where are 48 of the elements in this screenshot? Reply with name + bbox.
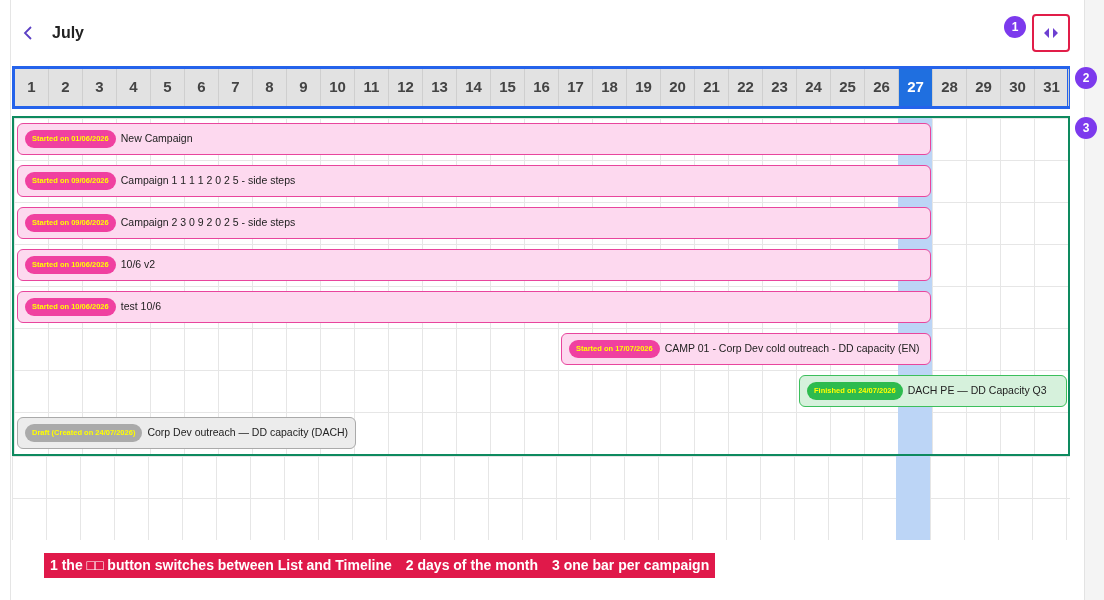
campaign-name: CAMP 01 - Corp Dev cold outreach - DD capacity (EN)	[664, 341, 920, 357]
campaign-name: 10/6 v2	[120, 257, 156, 273]
day-header[interactable]: 11	[355, 69, 389, 106]
day-header[interactable]: 12	[389, 69, 423, 106]
day-header[interactable]: 4	[117, 69, 151, 106]
day-header[interactable]: 27	[899, 69, 933, 106]
campaign-name: Campaign 1 1 1 1 2 0 2 5 - side steps	[120, 173, 296, 189]
day-header[interactable]: 21	[695, 69, 729, 106]
annotation-number: 2	[1075, 67, 1097, 89]
day-header[interactable]: 25	[831, 69, 865, 106]
view-toggle-button[interactable]	[1032, 13, 1070, 52]
day-header[interactable]: 24	[797, 69, 831, 106]
annotation-number: 1	[1004, 16, 1026, 38]
day-header[interactable]: 5	[151, 69, 185, 106]
day-header[interactable]: 14	[457, 69, 491, 106]
day-header[interactable]: 15	[491, 69, 525, 106]
day-header[interactable]: 2	[49, 69, 83, 106]
campaign-name: DACH PE — DD Capacity Q3	[907, 383, 1047, 399]
day-header[interactable]: 8	[253, 69, 287, 106]
day-header[interactable]: 10	[321, 69, 355, 106]
day-header[interactable]: 23	[763, 69, 797, 106]
day-header[interactable]: 1	[15, 69, 49, 106]
campaign-name: Corp Dev outreach — DD capacity (DACH)	[147, 425, 349, 441]
day-header[interactable]: 13	[423, 69, 457, 106]
day-header[interactable]: 30	[1001, 69, 1035, 106]
annotation-number: 3	[1075, 117, 1097, 139]
day-header[interactable]: 28	[933, 69, 967, 106]
left-right-triangle-icon	[1044, 27, 1058, 38]
day-header[interactable]: 7	[219, 69, 253, 106]
day-header[interactable]: 3	[83, 69, 117, 106]
day-header[interactable]: 6	[185, 69, 219, 106]
day-header[interactable]: 18	[593, 69, 627, 106]
caption-text: 2 days of the month	[405, 556, 539, 575]
caption-text: 1 the □□ button switches between List and Timeline	[50, 556, 392, 575]
day-header[interactable]: 17	[559, 69, 593, 106]
day-header[interactable]: 16	[525, 69, 559, 106]
caption-text: 3 one bar per campaign	[552, 556, 710, 575]
day-header[interactable]: 20	[661, 69, 695, 106]
day-header[interactable]: 29	[967, 69, 1001, 106]
day-header[interactable]: 9	[287, 69, 321, 106]
campaign-name: New Campaign	[120, 131, 193, 147]
chevron-left-icon[interactable]	[23, 26, 33, 40]
campaign-name: test 10/6	[120, 299, 161, 315]
day-header[interactable]: 31	[1035, 69, 1069, 106]
day-header[interactable]: 19	[627, 69, 661, 106]
campaign-name: Campaign 2 3 0 9 2 0 2 5 - side steps	[120, 215, 296, 231]
day-header[interactable]: 22	[729, 69, 763, 106]
month-title: July	[52, 23, 84, 43]
